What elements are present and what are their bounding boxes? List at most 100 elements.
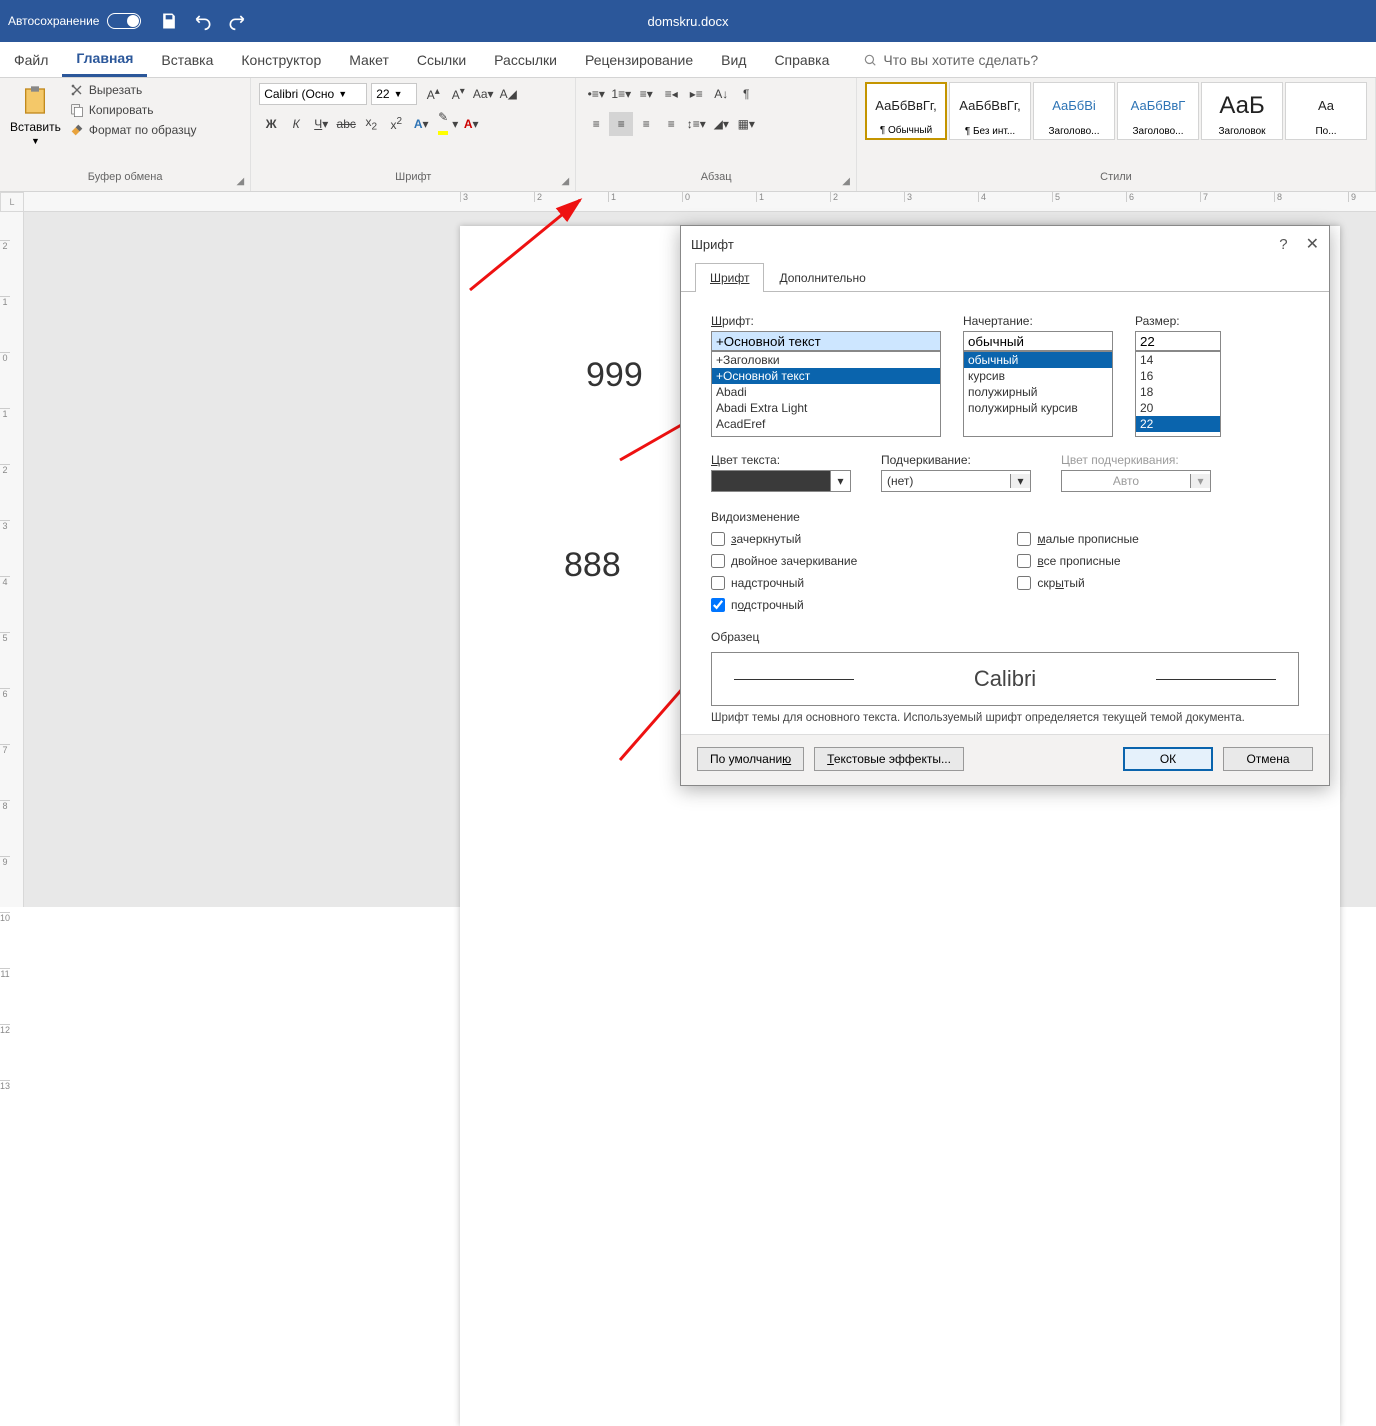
- list-item[interactable]: AcadEref: [712, 416, 940, 432]
- style-item[interactable]: АаБбВвГг,¶ Без инт...: [949, 82, 1031, 140]
- toggle-switch-icon: [107, 13, 141, 29]
- save-icon[interactable]: [159, 11, 179, 31]
- list-item[interactable]: 18: [1136, 384, 1220, 400]
- redo-icon[interactable]: [227, 11, 247, 31]
- effect-checkbox[interactable]: скрытый: [1017, 576, 1139, 590]
- tab-review[interactable]: Рецензирование: [571, 42, 707, 77]
- format-painter-button[interactable]: Формат по образцу: [69, 122, 197, 138]
- horizontal-ruler[interactable]: 321012345678910111213141516: [24, 192, 1376, 212]
- bold-button[interactable]: Ж: [259, 112, 283, 136]
- font-name-input[interactable]: [711, 331, 941, 351]
- cut-button[interactable]: Вырезать: [69, 82, 197, 98]
- list-item[interactable]: +Заголовки: [712, 352, 940, 368]
- font-size-list[interactable]: 1416182022: [1135, 351, 1221, 437]
- effect-checkbox[interactable]: подстрочный: [711, 598, 857, 612]
- list-item[interactable]: +Основной текст: [712, 368, 940, 384]
- underline-combo[interactable]: (нет)▾: [881, 470, 1031, 492]
- change-case-button[interactable]: Aa▾: [471, 82, 495, 106]
- group-font: Calibri (Осно▼ 22▼ A▴ A▾ Aa▾ A◢ Ж К Ч▾ a…: [251, 78, 576, 191]
- font-style-input[interactable]: [963, 331, 1113, 351]
- tab-references[interactable]: Ссылки: [403, 42, 480, 77]
- tab-help[interactable]: Справка: [760, 42, 843, 77]
- styles-gallery[interactable]: АаБбВвГг,¶ ОбычныйАаБбВвГг,¶ Без инт...А…: [865, 82, 1367, 140]
- multilevel-button[interactable]: ≡▾: [634, 82, 658, 106]
- effect-checkbox[interactable]: надстрочный: [711, 576, 857, 590]
- font-launcher-icon[interactable]: ◢: [562, 176, 570, 187]
- tab-home[interactable]: Главная: [62, 42, 147, 77]
- list-item[interactable]: полужирный курсив: [964, 400, 1112, 416]
- ok-button[interactable]: ОК: [1123, 747, 1213, 771]
- cancel-button[interactable]: Отмена: [1223, 747, 1313, 771]
- clear-format-button[interactable]: A◢: [496, 82, 520, 106]
- list-item[interactable]: обычный: [964, 352, 1112, 368]
- align-right-button[interactable]: ≡: [634, 112, 658, 136]
- dialog-tab-font[interactable]: Шрифт: [695, 263, 764, 292]
- font-size-input[interactable]: [1135, 331, 1221, 351]
- tab-mailings[interactable]: Рассылки: [480, 42, 571, 77]
- font-style-list[interactable]: обычныйкурсивполужирныйполужирный курсив: [963, 351, 1113, 437]
- subscript-button[interactable]: x2: [359, 112, 383, 136]
- font-name-combo[interactable]: Calibri (Осно▼: [259, 83, 367, 105]
- dialog-tab-advanced[interactable]: Дополнительно: [764, 263, 880, 292]
- superscript-button[interactable]: x2: [384, 112, 408, 136]
- font-size-combo[interactable]: 22▼: [371, 83, 417, 105]
- sort-button[interactable]: A↓: [709, 82, 733, 106]
- close-icon[interactable]: ✕: [1306, 234, 1319, 254]
- list-item[interactable]: 16: [1136, 368, 1220, 384]
- underline-button[interactable]: Ч▾: [309, 112, 333, 136]
- list-item[interactable]: Abadi: [712, 384, 940, 400]
- copy-button[interactable]: Копировать: [69, 102, 197, 118]
- vertical-ruler[interactable]: 21012345678910111213: [0, 212, 24, 907]
- font-color-combo[interactable]: ▾: [711, 470, 851, 492]
- borders-button[interactable]: ▦▾: [734, 112, 758, 136]
- shading-button[interactable]: ◢▾: [709, 112, 733, 136]
- style-item[interactable]: АаБбВіЗаголово...: [1033, 82, 1115, 140]
- italic-button[interactable]: К: [284, 112, 308, 136]
- indent-button[interactable]: ▸≡: [684, 82, 708, 106]
- paste-button[interactable]: Вставить ▼: [8, 82, 63, 148]
- tab-design[interactable]: Конструктор: [227, 42, 335, 77]
- strike-button[interactable]: abc: [334, 112, 358, 136]
- style-item[interactable]: АаБбВвГг,¶ Обычный: [865, 82, 947, 140]
- showmarks-button[interactable]: ¶: [734, 82, 758, 106]
- style-item[interactable]: АаБЗаголовок: [1201, 82, 1283, 140]
- clipboard-launcher-icon[interactable]: ◢: [237, 176, 245, 187]
- list-item[interactable]: полужирный: [964, 384, 1112, 400]
- para-launcher-icon[interactable]: ◢: [842, 176, 850, 187]
- shrink-font-button[interactable]: A▾: [446, 82, 470, 106]
- line-spacing-button[interactable]: ↕≡▾: [684, 112, 708, 136]
- list-item[interactable]: 14: [1136, 352, 1220, 368]
- tab-layout[interactable]: Макет: [335, 42, 403, 77]
- list-item[interactable]: 20: [1136, 400, 1220, 416]
- text-effects-button[interactable]: Текстовые эффекты...: [814, 747, 964, 771]
- align-left-button[interactable]: ≡: [584, 112, 608, 136]
- default-button[interactable]: По умолчанию: [697, 747, 804, 771]
- list-item[interactable]: Abadi Extra Light: [712, 400, 940, 416]
- effect-checkbox[interactable]: двойное зачеркивание: [711, 554, 857, 568]
- list-item[interactable]: 22: [1136, 416, 1220, 432]
- effect-checkbox[interactable]: зачеркнутый: [711, 532, 857, 546]
- effect-checkbox[interactable]: все прописные: [1017, 554, 1139, 568]
- tab-view[interactable]: Вид: [707, 42, 760, 77]
- highlight-button[interactable]: ✎▾: [434, 112, 458, 136]
- outdent-button[interactable]: ≡◂: [659, 82, 683, 106]
- list-item[interactable]: курсив: [964, 368, 1112, 384]
- font-color-button[interactable]: A▾: [459, 112, 483, 136]
- help-icon[interactable]: ?: [1279, 236, 1287, 253]
- justify-button[interactable]: ≡: [659, 112, 683, 136]
- tell-me-search[interactable]: Что вы хотите сделать?: [863, 52, 1038, 68]
- style-item[interactable]: АаПо...: [1285, 82, 1367, 140]
- autosave-toggle[interactable]: Автосохранение: [8, 13, 141, 29]
- text-effects-button[interactable]: A▾: [409, 112, 433, 136]
- style-item[interactable]: АаБбВвГЗаголово...: [1117, 82, 1199, 140]
- bullets-button[interactable]: •≡▾: [584, 82, 608, 106]
- tab-insert[interactable]: Вставка: [147, 42, 227, 77]
- tab-file[interactable]: Файл: [0, 42, 62, 77]
- font-name-list[interactable]: +Заголовки+Основной текстAbadiAbadi Extr…: [711, 351, 941, 437]
- effect-checkbox[interactable]: малые прописные: [1017, 532, 1139, 546]
- numbering-button[interactable]: 1≡▾: [609, 82, 633, 106]
- align-center-button[interactable]: ≡: [609, 112, 633, 136]
- grow-font-button[interactable]: A▴: [421, 82, 445, 106]
- dialog-titlebar[interactable]: Шрифт ? ✕: [681, 226, 1329, 262]
- undo-icon[interactable]: [193, 11, 213, 31]
